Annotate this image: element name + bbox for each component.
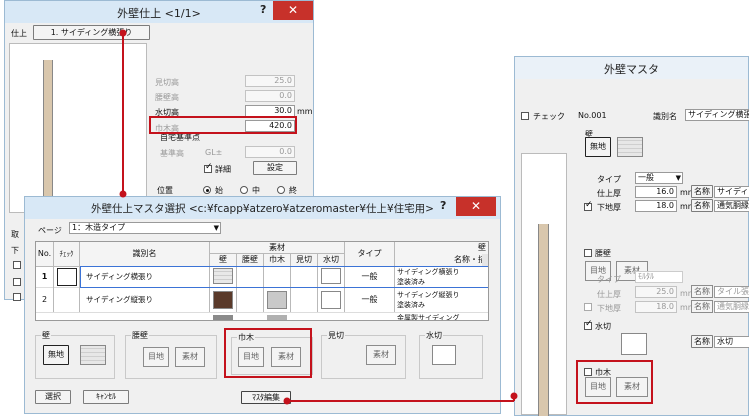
connector-lines xyxy=(119,29,518,405)
connector-dot-1b xyxy=(119,190,127,198)
connector-dot-2b xyxy=(510,392,518,400)
connector-dot-1a xyxy=(119,29,127,37)
connector-dot-2a xyxy=(283,397,291,405)
